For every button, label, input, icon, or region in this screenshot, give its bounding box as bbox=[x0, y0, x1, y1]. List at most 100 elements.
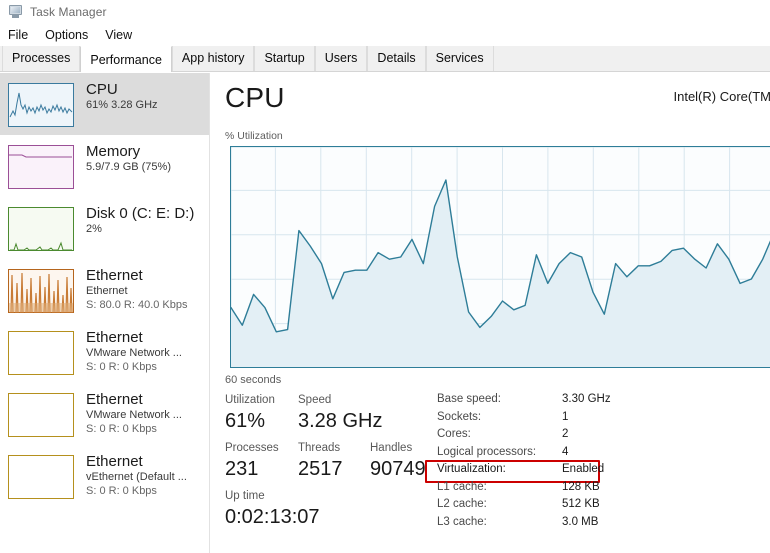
stat-label: Utilization bbox=[225, 394, 275, 406]
stat-base-speed: Base speed: 3.30 GHz bbox=[437, 393, 737, 411]
stat-value: 3.0 MB bbox=[562, 515, 599, 528]
stat-key: Virtualization: bbox=[437, 463, 506, 475]
ethernet-sparkline-icon bbox=[8, 393, 74, 437]
sidebar-item-ethernet-4[interactable]: Ethernet vEthernet (Default ... S: 0 R: … bbox=[0, 445, 209, 507]
tab-services[interactable]: Services bbox=[425, 46, 494, 71]
stat-l3-cache: L3 cache: 3.0 MB bbox=[437, 516, 737, 534]
tab-performance[interactable]: Performance bbox=[80, 46, 172, 72]
resource-list[interactable]: CPU 61% 3.28 GHz Memory 5.9/7.9 GB (75%) bbox=[0, 73, 210, 553]
title-bar: Task Manager bbox=[0, 0, 770, 24]
stat-value: 231 bbox=[225, 458, 259, 480]
sidebar-item-sub1: Ethernet bbox=[86, 285, 128, 297]
sidebar-item-sub1: VMware Network ... bbox=[86, 347, 182, 359]
stats-left-column: Utilization 61% Speed 3.28 GHz Processes… bbox=[225, 393, 440, 537]
ethernet-sparkline-icon bbox=[8, 269, 74, 313]
stat-value: Enabled bbox=[562, 463, 605, 475]
stats-right-column: Base speed: 3.30 GHz Sockets: 1 Cores: 2… bbox=[425, 393, 737, 534]
memory-sparkline-icon bbox=[8, 145, 74, 189]
performance-pane: CPU 61% 3.28 GHz Memory 5.9/7.9 GB (75%) bbox=[0, 73, 770, 553]
sidebar-item-sub1: 5.9/7.9 GB (75%) bbox=[86, 161, 171, 173]
chart-svg bbox=[230, 146, 770, 368]
stat-key: L1 cache: bbox=[437, 480, 487, 493]
stat-handles: Handles 90749 bbox=[370, 441, 426, 482]
stat-value: 128 KB bbox=[562, 480, 600, 493]
stats-row-2: Processes 231 Threads 2517 Handles 90749 bbox=[225, 441, 440, 489]
stat-virtualization: Virtualization: Enabled bbox=[425, 460, 737, 483]
task-manager-icon bbox=[8, 5, 23, 19]
stat-label: Up time bbox=[225, 490, 265, 502]
stat-label: Processes bbox=[225, 442, 279, 454]
sidebar-item-sub2: S: 0 R: 0 Kbps bbox=[86, 423, 157, 435]
sidebar-item-title: Memory bbox=[86, 143, 141, 160]
stat-l2-cache: L2 cache: 512 KB bbox=[437, 498, 737, 516]
sidebar-item-sub1: VMware Network ... bbox=[86, 409, 182, 421]
stat-speed: Speed 3.28 GHz bbox=[298, 393, 382, 434]
stat-label: Handles bbox=[370, 442, 413, 454]
stat-value: 1 bbox=[562, 410, 569, 423]
ethernet-sparkline-icon bbox=[8, 455, 74, 499]
cpu-sparkline-icon bbox=[8, 83, 74, 127]
stat-value: 90749 bbox=[370, 458, 426, 480]
menu-item-file[interactable]: File bbox=[8, 28, 37, 42]
stat-l1-cache: L1 cache: 128 KB bbox=[437, 481, 737, 499]
stat-cores: Cores: 2 bbox=[437, 428, 737, 446]
stat-value: 61% bbox=[225, 410, 266, 432]
tab-users[interactable]: Users bbox=[314, 46, 368, 71]
disk-sparkline-icon bbox=[8, 207, 74, 251]
cpu-stats: Utilization 61% Speed 3.28 GHz Processes… bbox=[211, 393, 770, 553]
stat-key: L2 cache: bbox=[437, 498, 487, 510]
sidebar-item-title: Ethernet bbox=[86, 391, 143, 408]
sidebar-item-title: Ethernet bbox=[86, 267, 143, 284]
stat-utilization: Utilization 61% bbox=[225, 393, 275, 434]
window-title: Task Manager bbox=[30, 5, 107, 19]
cpu-model-label: Intel(R) Core(TM bbox=[673, 89, 770, 104]
detail-header: CPU Intel(R) Core(TM bbox=[225, 81, 770, 123]
menu-item-view[interactable]: View bbox=[105, 28, 141, 42]
sidebar-item-sub1: vEthernet (Default ... bbox=[86, 471, 187, 483]
cpu-detail-pane: CPU Intel(R) Core(TM % Utilization 60 se… bbox=[211, 73, 770, 553]
stat-uptime: Up time 0:02:13:07 bbox=[225, 489, 320, 530]
sidebar-item-title: Ethernet bbox=[86, 329, 143, 346]
stat-value: 4 bbox=[562, 445, 569, 458]
stat-key: Base speed: bbox=[437, 393, 501, 405]
menu-bar: File Options View bbox=[0, 24, 770, 46]
sidebar-item-sub1: 2% bbox=[86, 223, 102, 235]
chart-y-axis-label: % Utilization bbox=[225, 130, 283, 142]
tab-startup[interactable]: Startup bbox=[254, 46, 315, 71]
sidebar-item-sub2: S: 0 R: 0 Kbps bbox=[86, 361, 157, 373]
stat-logical-processors: Logical processors: 4 bbox=[437, 446, 737, 464]
stat-key: Sockets: bbox=[437, 410, 482, 423]
sidebar-item-title: Disk 0 (C: E: D:) bbox=[86, 205, 195, 222]
tab-app-history[interactable]: App history bbox=[171, 46, 255, 71]
sidebar-item-sub1: 61% 3.28 GHz bbox=[86, 99, 158, 111]
stat-value: 0:02:13:07 bbox=[225, 506, 320, 528]
sidebar-item-ethernet-3[interactable]: Ethernet VMware Network ... S: 0 R: 0 Kb… bbox=[0, 383, 209, 445]
sidebar-item-memory[interactable]: Memory 5.9/7.9 GB (75%) bbox=[0, 135, 209, 197]
stat-value: 2 bbox=[562, 428, 569, 440]
stat-key: Logical processors: bbox=[437, 445, 537, 458]
ethernet-sparkline-icon bbox=[8, 331, 74, 375]
sidebar-item-sub2: S: 0 R: 0 Kbps bbox=[86, 485, 157, 497]
menu-item-options[interactable]: Options bbox=[45, 28, 97, 42]
sidebar-item-title: Ethernet bbox=[86, 453, 143, 470]
sidebar-item-ethernet-2[interactable]: Ethernet VMware Network ... S: 0 R: 0 Kb… bbox=[0, 321, 209, 383]
sidebar-item-title: CPU bbox=[86, 81, 118, 98]
sidebar-item-cpu[interactable]: CPU 61% 3.28 GHz bbox=[0, 73, 209, 135]
stat-threads: Threads 2517 bbox=[298, 441, 343, 482]
stat-key: L3 cache: bbox=[437, 515, 487, 528]
tab-details[interactable]: Details bbox=[367, 46, 426, 71]
stat-key: Cores: bbox=[437, 428, 471, 440]
sidebar-item-ethernet-1[interactable]: Ethernet Ethernet S: 80.0 R: 40.0 Kbps bbox=[0, 259, 209, 321]
tab-bar: Processes Performance App history Startu… bbox=[0, 46, 770, 72]
cpu-utilization-chart[interactable] bbox=[230, 146, 770, 368]
stat-sockets: Sockets: 1 bbox=[437, 411, 737, 429]
chart-x-axis-label: 60 seconds bbox=[225, 374, 282, 386]
tab-processes[interactable]: Processes bbox=[2, 46, 81, 71]
stat-value: 3.28 GHz bbox=[298, 410, 383, 432]
stat-label: Speed bbox=[298, 394, 332, 406]
sidebar-item-disk-0[interactable]: Disk 0 (C: E: D:) 2% bbox=[0, 197, 209, 259]
stat-value: 3.30 GHz bbox=[562, 393, 611, 405]
stat-value: 2517 bbox=[298, 458, 343, 480]
stats-row-1: Utilization 61% Speed 3.28 GHz bbox=[225, 393, 440, 441]
stat-processes: Processes 231 bbox=[225, 441, 279, 482]
